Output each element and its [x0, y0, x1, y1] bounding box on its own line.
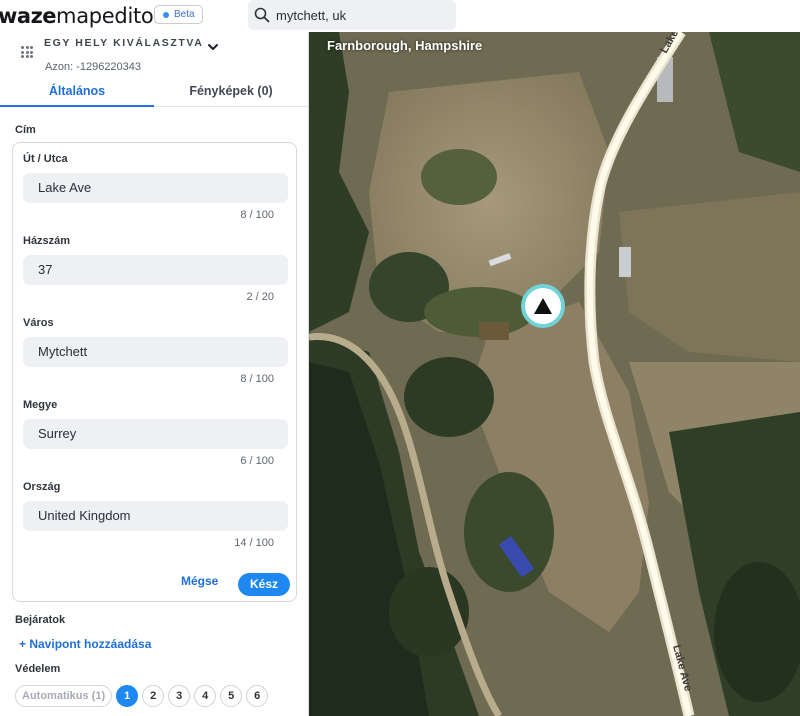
beta-dot-icon [163, 11, 169, 18]
waze-logo[interactable]: waze mapeditor [0, 0, 162, 32]
lock-level-6[interactable]: 6 [246, 685, 269, 707]
city-input[interactable]: Mytchett [23, 337, 288, 367]
city-counter: 8 / 100 [240, 373, 274, 385]
beta-label: Beta [174, 9, 195, 20]
place-category-grid-icon [21, 46, 33, 58]
street-counter: 8 / 100 [240, 209, 274, 221]
address-section-label: Cím [15, 124, 36, 136]
county-label: Megye [23, 399, 58, 411]
map-canvas[interactable]: Lake Ave Lake Ave Farnborough, Hampshire [309, 32, 800, 716]
street-label: Út / Utca [23, 153, 68, 165]
triangle-up-icon [534, 298, 552, 314]
country-counter: 14 / 100 [234, 537, 274, 549]
lock-label: Védelem [15, 663, 61, 675]
beta-badge[interactable]: Beta [154, 5, 203, 24]
logo-regular-text: mapeditor [56, 4, 162, 28]
lock-level-selector: Automatikus (1) 1 2 3 4 5 6 [15, 685, 269, 707]
country-label: Ország [23, 481, 61, 493]
add-entrance-link[interactable]: + Navipont hozzáadása [19, 637, 151, 651]
tab-photos[interactable]: Fényképek (0) [154, 77, 308, 107]
map-area-label: Farnborough, Hampshire [327, 38, 483, 53]
county-counter: 6 / 100 [240, 455, 274, 467]
top-bar: waze mapeditor Beta mytchett, uk [0, 0, 800, 32]
lock-auto-button[interactable]: Automatikus (1) [15, 685, 113, 707]
place-id: Azon: -1296220343 [45, 61, 142, 73]
city-label: Város [23, 317, 54, 329]
place-sidebar: EGY HELY KIVÁLASZTVA Azon: -1296220343 Á… [0, 32, 309, 716]
search-icon [254, 7, 270, 23]
lock-level-5[interactable]: 5 [220, 685, 243, 707]
satellite-imagery: Lake Ave Lake Ave [309, 32, 800, 716]
search-value: mytchett, uk [276, 7, 347, 23]
place-marker[interactable] [521, 284, 565, 328]
chevron-down-icon[interactable] [207, 41, 219, 53]
done-button[interactable]: Kész [238, 573, 290, 596]
logo-bold-text: waze [0, 4, 57, 28]
cancel-button[interactable]: Mégse [181, 574, 218, 588]
entrances-label: Bejáratok [15, 614, 66, 626]
street-input[interactable]: Lake Ave [23, 173, 288, 203]
tab-general[interactable]: Általános [0, 77, 154, 107]
lock-level-4[interactable]: 4 [194, 685, 217, 707]
lock-level-2[interactable]: 2 [142, 685, 165, 707]
place-title: EGY HELY KIVÁLASZTVA [44, 37, 204, 49]
house-number-label: Házszám [23, 235, 71, 247]
place-header: EGY HELY KIVÁLASZTVA Azon: -1296220343 [0, 32, 309, 76]
lock-level-1[interactable]: 1 [116, 685, 139, 707]
search-input[interactable]: mytchett, uk [248, 0, 456, 30]
tab-bar: Általános Fényképek (0) [0, 77, 309, 107]
country-input[interactable]: United Kingdom [23, 501, 288, 531]
lock-level-3[interactable]: 3 [168, 685, 191, 707]
house-number-counter: 2 / 20 [246, 291, 274, 303]
county-input[interactable]: Surrey [23, 419, 288, 449]
address-card: Út / Utca Lake Ave 8 / 100 Házszám 37 2 … [12, 142, 297, 602]
house-number-input[interactable]: 37 [23, 255, 288, 285]
